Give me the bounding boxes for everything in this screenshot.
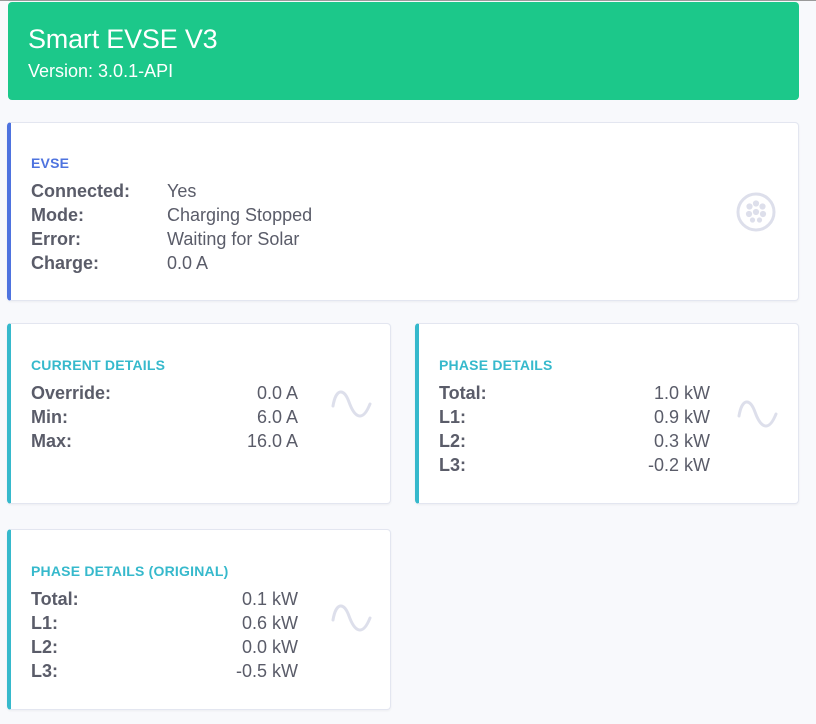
current-value: 16.0 A [246, 431, 298, 451]
phase-label: L3: [439, 455, 466, 475]
evse-card: EVSE Connected: Yes Mode: Charging Stopp… [7, 122, 799, 301]
phase-row-l2: L2: 0.3 kW [439, 429, 710, 453]
phase-original-label: L3: [31, 661, 58, 681]
phase-label: Total: [439, 383, 487, 403]
phase-row-l3: L3: -0.2 kW [439, 453, 710, 477]
evse-row-connected: Connected: Yes [31, 179, 431, 203]
evse-value: Charging Stopped [167, 205, 313, 225]
evse-value: Waiting for Solar [167, 229, 300, 249]
phase-value: 0.3 kW [653, 431, 710, 451]
phase-original-value: 0.0 kW [241, 637, 298, 657]
evse-row-error: Error: Waiting for Solar [31, 227, 431, 251]
evse-label: Mode: [31, 205, 84, 225]
phase-value: -0.2 kW [647, 455, 710, 475]
current-row-max: Max: 16.0 A [31, 429, 298, 453]
phase-value: 1.0 kW [653, 383, 710, 403]
current-row-min: Min: 6.0 A [31, 405, 298, 429]
phase-details-original-card: PHASE DETAILS (ORIGINAL) Total: 0.1 kW L… [7, 529, 391, 710]
current-details-card: CURRENT DETAILS Override: 0.0 A Min: 6.0… [7, 323, 391, 504]
evse-card-title: EVSE [31, 155, 70, 171]
current-value: 0.0 A [256, 383, 298, 403]
evse-row-mode: Mode: Charging Stopped [31, 203, 431, 227]
phase-original-value: -0.5 kW [235, 661, 298, 681]
phase-original-label: L1: [31, 613, 58, 633]
current-details-title: CURRENT DETAILS [31, 357, 166, 373]
phase-value: 0.9 kW [653, 407, 710, 427]
phase-original-row-total: Total: 0.1 kW [31, 587, 298, 611]
phase-original-label: Total: [31, 589, 79, 609]
phase-details-card: PHASE DETAILS Total: 1.0 kW L1: 0.9 kW L… [415, 323, 799, 504]
phase-details-title: PHASE DETAILS [439, 357, 553, 373]
current-label: Override: [31, 383, 112, 403]
phase-original-value: 0.6 kW [241, 613, 298, 633]
evse-label: Charge: [31, 253, 100, 273]
phase-original-label: L2: [31, 637, 58, 657]
top-border [0, 0, 816, 1]
phase-original-row-l3: L3: -0.5 kW [31, 659, 298, 683]
phase-original-row-l2: L2: 0.0 kW [31, 635, 298, 659]
sine-wave-icon [737, 400, 778, 428]
app-version: Version: 3.0.1-API [28, 61, 174, 81]
evse-label: Connected: [31, 181, 130, 201]
app-title: Smart EVSE V3 [28, 24, 218, 54]
evse-label: Error: [31, 229, 82, 249]
phase-row-l1: L1: 0.9 kW [439, 405, 710, 429]
sine-wave-icon [331, 604, 372, 632]
phase-original-value: 0.1 kW [241, 589, 298, 609]
current-label: Min: [31, 407, 68, 427]
evse-value: 0.0 A [167, 253, 209, 273]
app-header: Smart EVSE V3 Version: 3.0.1-API [8, 2, 799, 100]
phase-row-total: Total: 1.0 kW [439, 381, 710, 405]
current-row-override: Override: 0.0 A [31, 381, 298, 405]
phase-details-original-title: PHASE DETAILS (ORIGINAL) [31, 563, 229, 579]
current-value: 6.0 A [256, 407, 298, 427]
ev-plug-icon [736, 192, 776, 232]
current-label: Max: [31, 431, 73, 451]
phase-label: L1: [439, 407, 466, 427]
phase-original-row-l1: L1: 0.6 kW [31, 611, 298, 635]
evse-value: Yes [167, 181, 197, 201]
evse-row-charge: Charge: 0.0 A [31, 251, 431, 275]
sine-wave-icon [331, 390, 372, 418]
phase-label: L2: [439, 431, 466, 451]
